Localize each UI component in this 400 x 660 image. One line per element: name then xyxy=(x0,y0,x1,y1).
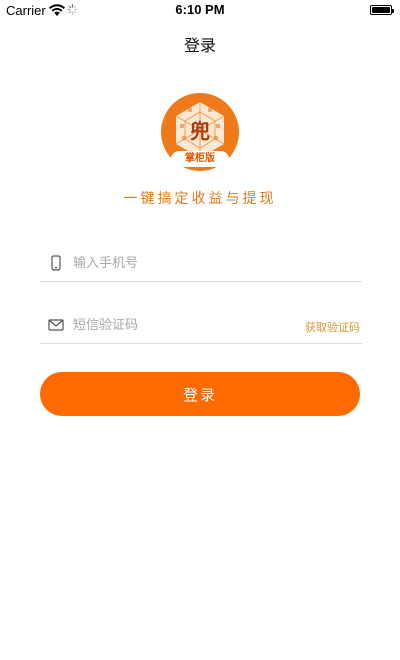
logo-badge: 掌柜版 xyxy=(171,151,229,167)
sms-code-field: 获取验证码 xyxy=(40,308,362,344)
get-code-button[interactable]: 获取验证码 xyxy=(305,319,360,335)
battery-icon xyxy=(370,5,394,15)
envelope-icon xyxy=(48,319,64,331)
clock: 6:10 PM xyxy=(175,2,225,17)
status-bar: Carrier 6:10 PM xyxy=(0,0,400,22)
page-title: 登录 xyxy=(183,36,216,55)
slogan: 一键搞定收益与提现 xyxy=(123,191,277,207)
sms-code-input[interactable] xyxy=(73,314,293,336)
phone-field xyxy=(40,246,362,282)
login-screen: Carrier 6:10 PM 登录 兜 掌柜版 一键搞定收益与提现 输入手机号… xyxy=(0,0,400,660)
app-logo: 兜 掌柜版 xyxy=(160,92,240,172)
phone-input[interactable] xyxy=(73,252,293,274)
logo-glyph: 兜 xyxy=(190,119,210,143)
login-button[interactable]: 登录 xyxy=(40,372,360,416)
phone-icon xyxy=(51,255,61,271)
